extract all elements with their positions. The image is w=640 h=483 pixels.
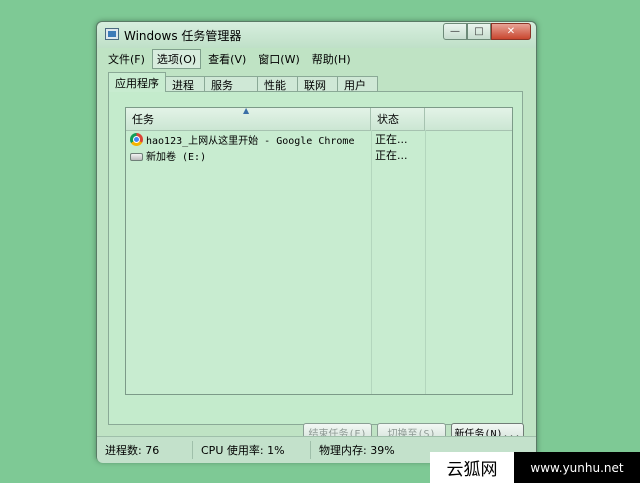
column-header-task[interactable]: ▲ 任务 bbox=[126, 108, 371, 130]
list-item[interactable]: 新加卷 (E:) 正在... bbox=[126, 147, 512, 163]
tab-applications[interactable]: 应用程序 bbox=[108, 72, 166, 92]
task-name: hao123_上网从这里开始 - Google Chrome bbox=[146, 135, 355, 147]
minimize-button[interactable]: — bbox=[443, 23, 467, 40]
memory-usage: 物理内存: 39% bbox=[319, 444, 395, 457]
maximize-button[interactable]: □ bbox=[467, 23, 491, 40]
task-name: 新加卷 (E:) bbox=[146, 151, 207, 163]
watermark: 云狐网 www.yunhu.net bbox=[430, 452, 640, 483]
column-divider bbox=[371, 130, 372, 394]
menu-options[interactable]: 选项(O) bbox=[151, 49, 202, 69]
list-item[interactable]: hao123_上网从这里开始 - Google Chrome 正在... bbox=[126, 131, 512, 147]
status-divider bbox=[192, 441, 193, 459]
process-count: 进程数: 76 bbox=[105, 444, 160, 457]
column-divider bbox=[425, 130, 426, 394]
task-manager-icon bbox=[105, 28, 119, 40]
watermark-url: www.yunhu.net bbox=[514, 452, 640, 483]
column-header-status-label: 状态 bbox=[377, 113, 399, 126]
menu-bar: 文件(F) 选项(O) 查看(V) 窗口(W) 帮助(H) bbox=[103, 49, 530, 69]
list-header: ▲ 任务 状态 bbox=[126, 108, 512, 131]
column-header-status[interactable]: 状态 bbox=[371, 108, 425, 130]
applications-panel: ▲ 任务 状态 hao123_上网从这里开始 - Google Chrome 正… bbox=[108, 91, 524, 441]
cpu-usage: CPU 使用率: 1% bbox=[201, 444, 285, 457]
task-name-cell: 新加卷 (E:) bbox=[130, 147, 206, 163]
sort-up-icon: ▲ bbox=[243, 107, 250, 115]
task-manager-window: Windows 任务管理器 — □ ✕ 文件(F) 选项(O) 查看(V) 窗口… bbox=[96, 21, 537, 463]
chrome-icon bbox=[130, 132, 143, 146]
tab-performance[interactable]: 性能 bbox=[257, 76, 298, 92]
task-name-cell: hao123_上网从这里开始 - Google Chrome bbox=[130, 131, 354, 147]
menu-view[interactable]: 查看(V) bbox=[203, 49, 251, 69]
column-header-task-label: 任务 bbox=[132, 113, 154, 126]
tab-networking[interactable]: 联网 bbox=[297, 76, 338, 92]
close-button[interactable]: ✕ bbox=[491, 23, 531, 40]
title-bar[interactable]: Windows 任务管理器 — □ ✕ bbox=[97, 22, 536, 48]
watermark-brand: 云狐网 bbox=[430, 452, 514, 483]
drive-icon bbox=[130, 152, 143, 161]
tab-users[interactable]: 用户 bbox=[337, 76, 378, 92]
tab-strip: 应用程序 进程 服务 性能 联网 用户 bbox=[108, 72, 378, 92]
menu-help[interactable]: 帮助(H) bbox=[307, 49, 356, 69]
menu-file[interactable]: 文件(F) bbox=[103, 49, 150, 69]
tab-processes[interactable]: 进程 bbox=[165, 76, 205, 92]
task-list[interactable]: ▲ 任务 状态 hao123_上网从这里开始 - Google Chrome 正… bbox=[125, 107, 513, 395]
menu-window[interactable]: 窗口(W) bbox=[253, 49, 304, 69]
tab-services[interactable]: 服务 bbox=[204, 76, 258, 92]
status-divider bbox=[310, 441, 311, 459]
task-status: 正在... bbox=[375, 133, 408, 146]
task-status: 正在... bbox=[375, 149, 408, 162]
caption-buttons: — □ ✕ bbox=[443, 23, 531, 40]
window-title: Windows 任务管理器 bbox=[124, 29, 242, 43]
